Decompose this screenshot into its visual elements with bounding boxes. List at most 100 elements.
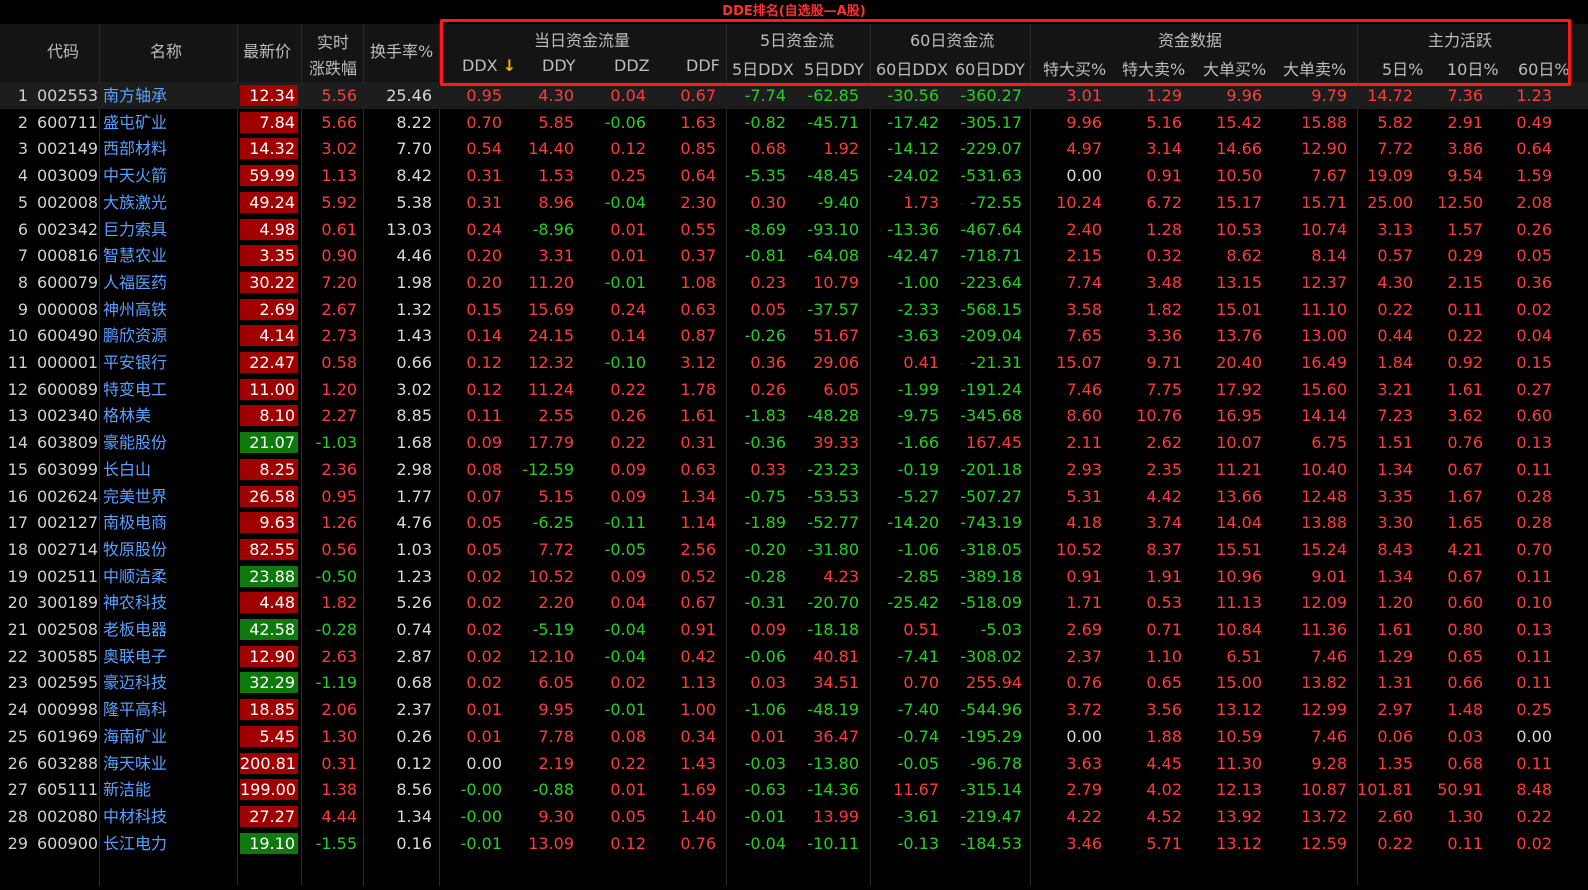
- col-active-60d[interactable]: 60日%: [1518, 56, 1570, 80]
- table-row[interactable]: 25 601969 海南矿业 5.45 1.30 0.26 0.01 7.78 0.08 0.34…: [0, 723, 1588, 750]
- table-row[interactable]: 23 002595 豪迈科技 32.29 -1.19 0.68 0.02 6.05 0.02 1.…: [0, 669, 1588, 696]
- table-row[interactable]: 29 600900 长江电力 19.10 -1.55 0.16 -0.01 13.09 0.12…: [0, 830, 1588, 857]
- table-row[interactable]: 7 000816 智慧农业 3.35 0.90 4.46 0.20 3.31 0.01 0.37 -…: [0, 242, 1588, 269]
- table-row[interactable]: 22 300585 奥联电子 12.90 2.63 2.87 0.02 12.10 -0.04 0…: [0, 643, 1588, 670]
- col-name[interactable]: 名称: [150, 38, 182, 62]
- table-row[interactable]: 26 603288 海天味业 200.81 0.31 0.12 0.00 2.19 0.22 1.…: [0, 750, 1588, 777]
- col-60d-ddy[interactable]: 60日DDY: [955, 56, 1025, 80]
- group-60d-flow: 60日资金流: [910, 31, 995, 50]
- table-row[interactable]: 17 002127 南极电商 9.63 1.26 4.76 0.05 -6.25 -0.11 1.…: [0, 509, 1588, 536]
- col-price[interactable]: 最新价: [243, 38, 291, 62]
- cell-change: 1.26: [321, 513, 357, 533]
- cell-large-sell: 7.46: [1311, 646, 1347, 666]
- cell-change: 5.56: [321, 86, 357, 105]
- cell-change: -0.50: [315, 566, 357, 586]
- table-row[interactable]: 10 600490 鹏欣资源 4.14 2.73 1.43 0.14 24.15 0.14 0.8…: [0, 322, 1588, 349]
- table-row[interactable]: 4 003009 中天火箭 59.99 1.13 8.42 0.31 1.53 0.25 0.64…: [0, 162, 1588, 189]
- table-row[interactable]: 18 002714 牧原股份 82.55 0.56 1.03 0.05 7.72 -0.05 2.…: [0, 536, 1588, 563]
- cell-turnover: 1.43: [396, 326, 432, 346]
- cell-active-10d: 1.65: [1447, 513, 1483, 533]
- col-change-top[interactable]: 实时: [317, 29, 349, 53]
- col-ddy[interactable]: DDY: [542, 56, 576, 75]
- row-index: 5: [17, 192, 28, 212]
- table-row[interactable]: 9 000008 神州高铁 2.69 2.67 1.32 0.15 15.69 0.24 0.63…: [0, 296, 1588, 323]
- cell-large-sell: 13.00: [1301, 326, 1347, 346]
- table-row[interactable]: 12 600089 特变电工 11.00 1.20 3.02 0.12 11.24 0.22 1.…: [0, 376, 1588, 403]
- col-active-10d[interactable]: 10日%: [1447, 56, 1499, 80]
- table-row[interactable]: 24 000998 隆平高科 18.85 2.06 2.37 0.01 9.95 -0.01 1.…: [0, 696, 1588, 723]
- table-row[interactable]: 3 002149 西部材料 14.32 3.02 7.70 0.54 14.40 0.12 0.8…: [0, 135, 1588, 162]
- cell-change: -1.19: [315, 673, 357, 693]
- cell-ddf: 1.00: [680, 700, 716, 720]
- col-5d-ddy[interactable]: 5日DDY: [804, 56, 864, 80]
- cell-ddx: 0.70: [466, 112, 502, 132]
- cell-active-60d: 0.60: [1516, 406, 1552, 426]
- row-index: 11: [7, 353, 28, 372]
- cell-turnover: 8.42: [396, 166, 432, 186]
- col-change-bottom[interactable]: 涨跌幅: [309, 55, 357, 79]
- col-super-buy[interactable]: 特大买%: [1043, 56, 1106, 80]
- table-row[interactable]: 2 600711 盛屯矿业 7.84 5.66 8.22 0.70 5.85 -0.06 1.63…: [0, 109, 1588, 136]
- cell-ddy: 7.72: [538, 539, 574, 559]
- cell-change: 3.02: [321, 139, 357, 159]
- col-60d-ddx[interactable]: 60日DDX: [876, 56, 948, 80]
- table-row[interactable]: 16 002624 完美世界 26.58 0.95 1.77 0.07 5.15 0.09 1.3…: [0, 483, 1588, 510]
- col-active-5d[interactable]: 5日%: [1382, 56, 1423, 80]
- cell-ddz: 0.24: [610, 299, 646, 319]
- col-turnover[interactable]: 换手率%: [370, 38, 433, 62]
- cell-ddy60: -315.14: [960, 780, 1022, 800]
- table-row[interactable]: 21 002508 老板电器 42.58 -0.28 0.74 0.02 -5.19 -0.04…: [0, 616, 1588, 643]
- cell-ddy5: 40.81: [813, 646, 859, 666]
- table-row[interactable]: 14 603809 豪能股份 21.07 -1.03 1.68 0.09 17.79 0.22 0…: [0, 429, 1588, 456]
- cell-ddx5: -1.89: [744, 513, 786, 533]
- cell-active-60d: 0.27: [1516, 379, 1552, 399]
- table-row[interactable]: 27 605111 新洁能 199.00 1.38 8.56 -0.00 -0.88 0.01 1…: [0, 776, 1588, 803]
- cell-ddy5: 34.51: [813, 673, 859, 693]
- latest-price: 11.00: [240, 378, 298, 400]
- table-row[interactable]: 5 002008 大族激光 49.24 5.92 5.38 0.31 8.96 -0.04 2.3…: [0, 189, 1588, 216]
- table-row[interactable]: 15 603099 长白山 8.25 2.36 2.98 0.08 -12.59 0.09 0.6…: [0, 456, 1588, 483]
- cell-ddx: 0.01: [466, 700, 502, 720]
- col-5d-ddx[interactable]: 5日DDX: [732, 56, 794, 80]
- cell-active-60d: 0.22: [1516, 806, 1552, 826]
- latest-price: 32.29: [240, 672, 298, 694]
- cell-super-sell: 4.02: [1146, 780, 1182, 800]
- cell-ddf: 0.63: [680, 299, 716, 319]
- table-row[interactable]: 1 002553 南方轴承 12.34 5.56 25.46 0.95 4.30 0.04 0.6…: [0, 82, 1588, 109]
- table-row[interactable]: 28 002080 中材科技 27.27 4.44 1.34 -0.00 9.30 0.05 1.…: [0, 803, 1588, 830]
- cell-active-10d: 1.48: [1447, 700, 1483, 720]
- col-ddz[interactable]: DDZ: [614, 56, 650, 75]
- cell-super-buy: 3.46: [1066, 833, 1102, 853]
- col-large-buy[interactable]: 大单买%: [1203, 56, 1266, 80]
- col-code[interactable]: 代码: [47, 38, 79, 62]
- cell-super-sell: 0.32: [1146, 246, 1182, 266]
- stock-name: 海天味业: [103, 753, 168, 773]
- col-super-sell[interactable]: 特大卖%: [1122, 56, 1185, 80]
- cell-large-sell: 15.88: [1301, 112, 1347, 132]
- col-ddf[interactable]: DDF: [686, 56, 720, 75]
- cell-ddx: 0.07: [466, 486, 502, 506]
- col-ddx[interactable]: DDX ↓: [462, 56, 516, 75]
- table-row[interactable]: 13 002340 格林美 8.10 2.27 8.85 0.11 2.55 0.26 1.61 -…: [0, 402, 1588, 429]
- cell-ddy60: -568.15: [960, 299, 1022, 319]
- table-row[interactable]: 19 002511 中顺洁柔 23.88 -0.50 1.23 0.02 10.52 0.09 0…: [0, 563, 1588, 590]
- cell-large-buy: 11.21: [1216, 459, 1262, 479]
- table-row[interactable]: 6 002342 巨力索具 4.98 0.61 13.03 0.24 -8.96 0.01 0.5…: [0, 216, 1588, 243]
- cell-active-60d: 0.05: [1516, 246, 1552, 266]
- col-large-sell[interactable]: 大单卖%: [1283, 56, 1346, 80]
- row-index: 25: [7, 726, 28, 746]
- stock-code: 605111: [37, 780, 99, 800]
- stock-name: 中顺洁柔: [103, 566, 168, 586]
- table-row[interactable]: 8 600079 人福医药 30.22 7.20 1.98 0.20 11.20 -0.01 1.…: [0, 269, 1588, 296]
- cell-active-60d: 1.59: [1516, 166, 1552, 186]
- cell-super-buy: 8.60: [1066, 406, 1102, 426]
- cell-turnover: 1.68: [396, 433, 432, 453]
- table-row[interactable]: 20 300189 神农科技 4.48 1.82 5.26 0.02 2.20 0.04 0.67…: [0, 589, 1588, 616]
- row-index: 28: [7, 806, 28, 826]
- row-index: 21: [7, 620, 28, 639]
- table-row[interactable]: 11 000001 平安银行 22.47 0.58 0.66 0.12 12.32 -0.10 3…: [0, 349, 1588, 376]
- stock-code: 002511: [37, 566, 99, 586]
- cell-turnover: 13.03: [386, 219, 432, 239]
- cell-ddf: 1.40: [680, 806, 716, 826]
- cell-ddy: 2.55: [538, 406, 574, 426]
